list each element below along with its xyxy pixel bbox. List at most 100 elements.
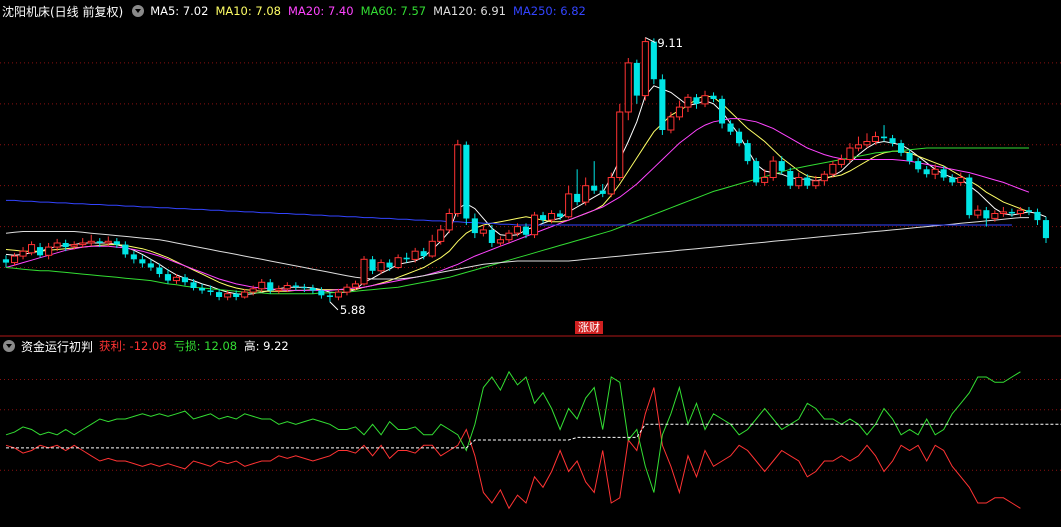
candle-body-up [454, 144, 462, 214]
candle-body-down [156, 267, 163, 274]
candle-body-down [130, 254, 137, 260]
candle [863, 133, 871, 149]
candle [130, 251, 137, 264]
candle-body-up [616, 111, 624, 178]
candle [445, 208, 453, 234]
candle [923, 166, 930, 178]
candle [915, 157, 922, 173]
candle-body-up [445, 213, 453, 231]
candle [633, 59, 640, 104]
event-badge[interactable]: 涨财 [575, 321, 603, 334]
candlestick-series [2, 37, 1049, 302]
candle-body-down [113, 241, 120, 245]
candle-body-up [1016, 209, 1025, 214]
candle-body-down [659, 79, 666, 130]
indicator-value-0: 获利: -12.08 [99, 339, 167, 353]
indicator-name[interactable]: 资金运行初判 [21, 338, 93, 355]
candle [334, 288, 342, 301]
candle [719, 95, 726, 129]
candle-body-up [684, 96, 692, 108]
candle [574, 169, 581, 206]
candle-body-down [318, 290, 325, 296]
candle [326, 292, 333, 302]
candle [667, 112, 675, 134]
candle-body-down [633, 62, 640, 96]
candle [837, 154, 845, 168]
candle-body-up [846, 147, 854, 160]
candle [710, 92, 717, 103]
candle-body-up [820, 173, 828, 182]
candle [360, 256, 368, 286]
candle-body-up [377, 262, 385, 272]
candle-body-up [411, 250, 419, 260]
candle-body-down [1034, 211, 1041, 221]
indicator-value-2: 高: 9.22 [244, 339, 289, 353]
candle [258, 278, 266, 293]
candle-body-down [736, 131, 743, 144]
candle [37, 242, 44, 258]
candle-body-up [531, 214, 539, 236]
candle [394, 254, 402, 270]
candle [496, 236, 504, 247]
candle-body-down [309, 288, 316, 291]
low-price-label: 5.88 [339, 302, 366, 317]
indicator-line-高 [6, 423, 1061, 449]
candle-body-down [1008, 211, 1015, 214]
stock-title[interactable]: 沈阳机床(日线 前复权) [2, 3, 123, 20]
candle [403, 252, 410, 263]
candle-body-up [829, 163, 837, 175]
candle-body-down [122, 244, 129, 255]
candle-body-down [557, 213, 564, 217]
indicator-legend: 资金运行初判 获利: -12.08 亏损: 12.08 高: 9.22 [0, 338, 289, 354]
candle [650, 38, 657, 85]
candle-body-up [999, 211, 1007, 214]
candle-body-up [283, 285, 291, 290]
indicator-lines [5, 370, 1061, 510]
candle-body-up [607, 177, 615, 195]
candle [199, 283, 206, 294]
candle [889, 134, 896, 147]
candle [701, 90, 709, 108]
candle-body-up [548, 213, 556, 221]
candle-body-up [275, 288, 283, 291]
candle-body-up [624, 62, 632, 113]
candle-body-up [675, 106, 684, 118]
candle [675, 100, 684, 121]
candle-body-down [650, 41, 657, 80]
candle [693, 94, 700, 109]
ma-value-2: MA20: 7.40 [288, 4, 354, 18]
candle-body-down [369, 259, 376, 271]
candle-body-down [540, 215, 547, 220]
indicator-toggle-icon[interactable] [3, 340, 15, 352]
candle-body-down [923, 169, 930, 175]
candle-body-down [1025, 210, 1032, 212]
candle-body-up [19, 250, 27, 257]
ma-line-ma10 [5, 95, 1030, 292]
candle-body-down [139, 259, 146, 264]
candle [275, 285, 283, 294]
candle-body-down [599, 190, 606, 194]
candle [1042, 216, 1049, 243]
candle [881, 125, 888, 142]
candle-body-up [224, 293, 232, 298]
candle [190, 278, 197, 291]
candle [1008, 208, 1015, 217]
candle-body-up [871, 136, 880, 143]
candle-body-down [463, 144, 470, 219]
candle [966, 174, 973, 219]
candle [479, 224, 487, 237]
collapse-toggle-icon[interactable] [132, 5, 145, 17]
candle-body-down [591, 185, 598, 191]
candle-body-down [983, 210, 990, 219]
candle-body-up [351, 283, 359, 288]
ma-value-0: MA5: 7.02 [150, 4, 209, 18]
candle [181, 274, 188, 286]
candle-body-up [437, 229, 445, 242]
candle-body-down [940, 169, 947, 178]
candle-body-down [753, 161, 760, 183]
candle-body-down [804, 177, 811, 186]
candle [471, 213, 478, 239]
indicator-line-亏损 [5, 370, 1021, 493]
candle [744, 139, 751, 165]
candle [369, 256, 376, 275]
